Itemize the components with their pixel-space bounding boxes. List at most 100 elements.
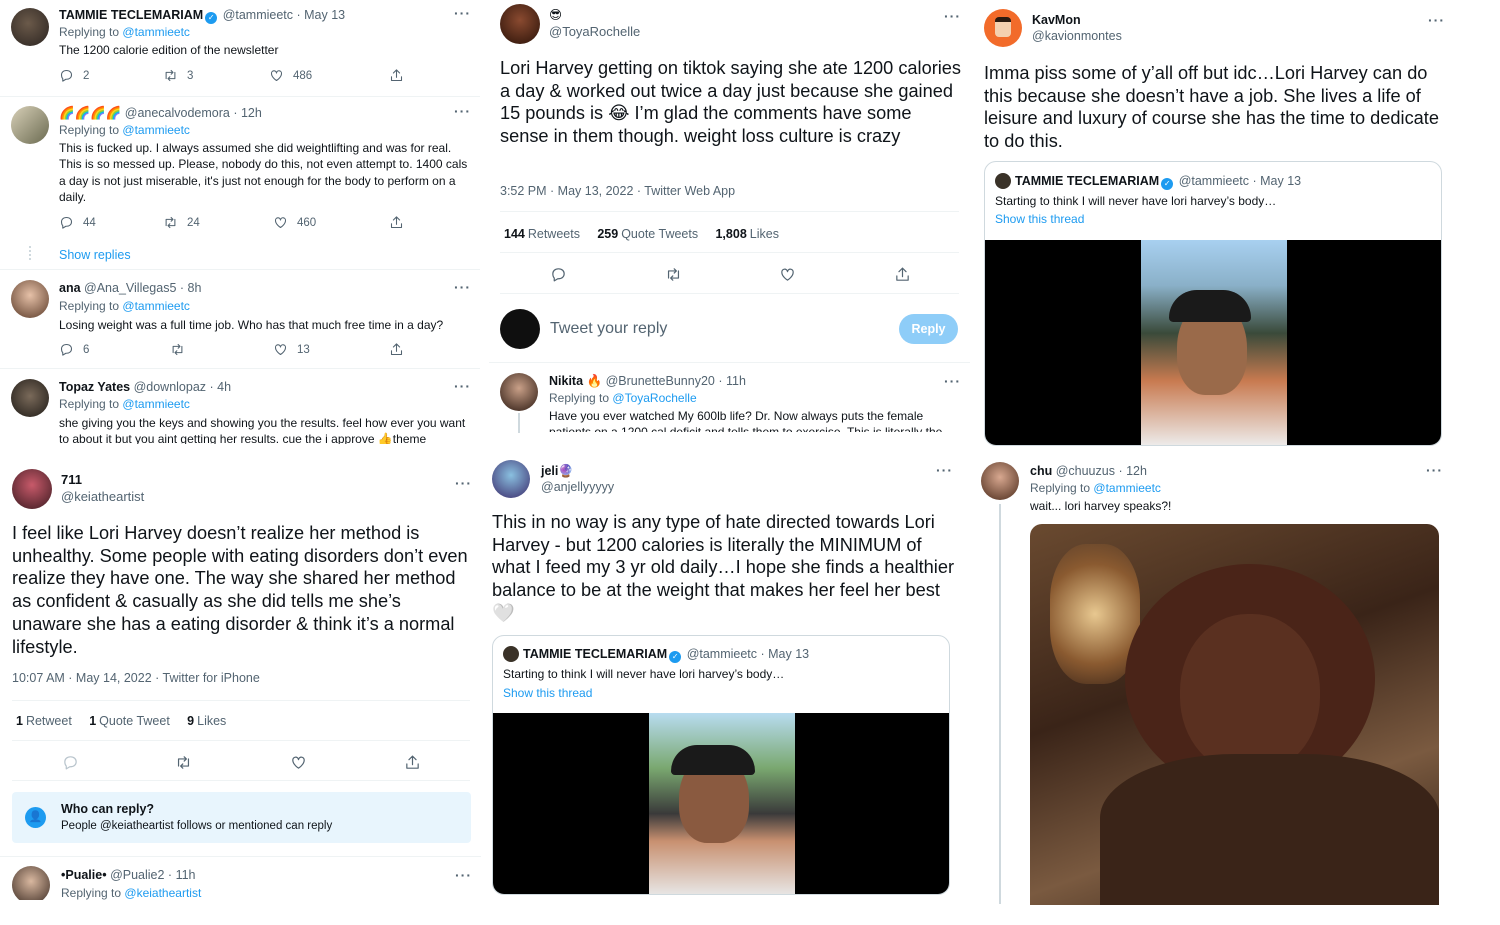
like-button[interactable] [779,266,805,283]
more-icon[interactable]: ··· [454,280,471,294]
reply-to-link[interactable]: @tammieetc [1093,481,1161,495]
more-icon[interactable]: ··· [454,104,471,118]
more-icon[interactable]: ··· [455,476,472,490]
user-name[interactable]: 711 [61,472,82,487]
reply-image[interactable] [1030,524,1439,905]
timestamp[interactable]: 8h [188,281,202,295]
retweet-button[interactable]: 3 [163,68,193,83]
reply-button[interactable]: 6 [59,342,89,357]
reply-to-link[interactable]: @tammieetc [122,25,190,39]
tweet-meta[interactable]: 10:07 AM · May 14, 2022 · Twitter for iP… [12,671,260,686]
user-handle[interactable]: @Ana_Villegas5 [84,281,176,295]
retweet-button[interactable] [665,266,691,283]
timestamp[interactable]: 12h [241,106,262,120]
user-name[interactable]: chu [1030,464,1052,478]
user-name[interactable]: ana [59,281,81,295]
reply-button[interactable] [550,266,576,283]
user-handle[interactable]: @kavionmontes [1032,28,1122,44]
video-player[interactable] [493,713,949,894]
reply-to-link[interactable]: @tammieetc [122,299,190,313]
user-handle[interactable]: @Pualie2 [110,868,164,882]
avatar[interactable] [492,460,530,498]
user-handle[interactable]: @anecalvodemora [125,106,230,120]
avatar[interactable] [11,280,49,318]
video-player[interactable] [985,240,1441,445]
user-handle[interactable]: @chuuzus [1056,464,1115,478]
timestamp[interactable]: 4h [217,380,231,394]
like-button[interactable]: 460 [273,215,316,230]
reply-tweet[interactable]: TAMMIE TECLEMARIAM ✓ @tammieetc · May 13 … [0,0,480,100]
reply-to-link[interactable]: @ToyaRochelle [612,391,696,405]
more-icon[interactable]: ··· [936,463,953,477]
reply-to-link[interactable]: @tammieetc [122,123,190,137]
avatar[interactable] [11,379,49,417]
show-thread-link[interactable]: Show this thread [503,686,592,701]
avatar[interactable] [984,9,1022,47]
avatar[interactable] [11,8,49,46]
reply-to-link[interactable]: @tammieetc [122,397,190,411]
user-handle[interactable]: @BrunetteBunny20 [606,374,715,388]
avatar[interactable] [500,309,540,349]
show-replies-link[interactable]: Show replies [59,248,131,263]
avatar[interactable] [11,106,49,144]
user-handle[interactable]: @anjellyyyyy [541,479,614,495]
share-button[interactable] [404,754,430,771]
more-icon[interactable]: ··· [455,868,472,882]
avatar[interactable] [500,4,540,44]
more-icon[interactable]: ··· [454,6,471,20]
user-name[interactable]: jeli🔮 [541,464,574,478]
user-name[interactable]: •Pualie• [61,868,107,882]
quoted-tweet[interactable]: TAMMIE TECLEMARIAM ✓ @tammieetc · May 13 … [492,635,950,895]
reply-button[interactable]: 2 [59,68,89,83]
retweets-stat[interactable]: 144 Retweets [504,227,580,241]
user-name[interactable]: KavMon [1032,13,1081,27]
avatar[interactable] [500,373,538,411]
reply-tweet[interactable]: ana @Ana_Villegas5 · 8h ··· Replying to … [0,272,480,367]
share-button[interactable] [389,68,413,83]
share-button[interactable] [389,342,413,357]
user-handle[interactable]: @ToyaRochelle [549,24,640,40]
more-icon[interactable]: ··· [1426,463,1443,477]
user-name[interactable]: 🌈🌈🌈🌈 [59,106,121,120]
avatar[interactable] [12,866,50,900]
timestamp[interactable]: May 13 [304,8,345,22]
show-thread-link[interactable]: Show this thread [995,212,1084,227]
user-handle[interactable]: @tammieetc [223,8,293,22]
more-icon[interactable]: ··· [944,374,961,388]
retweet-button[interactable] [170,342,194,357]
user-handle[interactable]: @tammieetc [1179,174,1249,188]
tweet-meta[interactable]: 3:52 PM · May 13, 2022 · Twitter Web App [500,184,735,199]
user-name[interactable]: Nikita 🔥 [549,374,602,388]
user-name[interactable]: 😎 [549,8,562,22]
reply-button[interactable]: 44 [59,215,96,230]
timestamp[interactable]: May 13 [768,647,809,661]
user-handle[interactable]: @tammieetc [687,647,757,661]
likes-stat[interactable]: 9 Likes [187,714,226,728]
avatar[interactable] [12,469,52,509]
timestamp[interactable]: 11h [726,374,746,388]
user-handle[interactable]: @keiatheartist [61,489,144,505]
user-name[interactable]: TAMMIE TECLEMARIAM [1015,174,1159,188]
user-name[interactable]: TAMMIE TECLEMARIAM [523,647,667,661]
user-name[interactable]: TAMMIE TECLEMARIAM [59,8,203,22]
more-icon[interactable]: ··· [454,379,471,393]
timestamp[interactable]: 12h [1126,464,1147,478]
reply-tweet[interactable]: Topaz Yates @downlopaz · 4h ··· Replying… [0,370,480,444]
retweet-button[interactable] [175,754,201,771]
share-button[interactable] [894,266,920,283]
like-button[interactable] [290,754,316,771]
reply-input[interactable]: Tweet your reply [550,320,667,338]
timestamp[interactable]: May 13 [1260,174,1301,188]
timestamp[interactable]: 11h [176,868,196,882]
reply-tweet[interactable]: 🌈🌈🌈🌈 @anecalvodemora · 12h ··· Replying … [0,100,480,270]
like-button[interactable]: 486 [269,68,312,83]
avatar[interactable] [981,462,1019,500]
retweets-stat[interactable]: 1 Retweet [16,714,72,728]
user-name[interactable]: Topaz Yates [59,380,130,394]
more-icon[interactable]: ··· [944,9,961,23]
avatar[interactable] [995,173,1011,189]
like-button[interactable]: 13 [273,342,310,357]
reply-to-link[interactable]: @keiatheartist [124,886,201,900]
quoted-tweet[interactable]: TAMMIE TECLEMARIAM ✓ @tammieetc · May 13 … [984,161,1442,446]
share-button[interactable] [389,215,413,230]
